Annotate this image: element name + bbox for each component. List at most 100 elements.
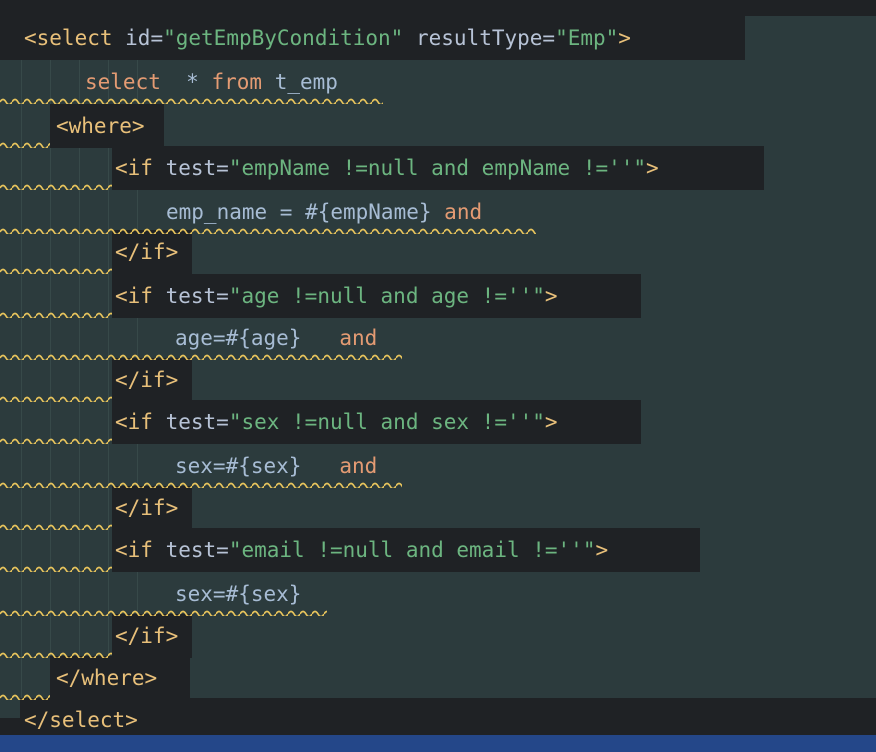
token: "Emp" xyxy=(555,26,619,50)
token: </select> xyxy=(24,708,138,732)
error-squiggle xyxy=(0,227,536,234)
token: test xyxy=(165,284,217,308)
token: > xyxy=(544,410,558,434)
code-line[interactable]: select * from t_emp xyxy=(0,60,876,104)
error-squiggle xyxy=(0,523,112,530)
token: #{sex} xyxy=(225,582,302,606)
token: id xyxy=(125,26,151,50)
line-text[interactable]: </if> xyxy=(115,614,178,658)
error-squiggle xyxy=(0,609,327,616)
token: resultType xyxy=(415,26,543,50)
editor-top-band xyxy=(0,0,745,16)
token: > xyxy=(544,284,558,308)
token: <if xyxy=(115,156,166,180)
token: "sex !=null and sex !=''" xyxy=(228,410,545,434)
token: </where> xyxy=(56,666,158,690)
line-text[interactable]: </if> xyxy=(115,230,178,274)
error-squiggle xyxy=(0,481,402,488)
error-squiggle xyxy=(0,353,402,360)
error-squiggle xyxy=(0,651,112,658)
code-line[interactable]: <where> xyxy=(0,104,876,148)
error-squiggle xyxy=(0,395,112,402)
editor-top-band-right xyxy=(745,0,876,16)
code-line[interactable]: </if> xyxy=(0,230,876,274)
error-squiggle xyxy=(0,97,383,104)
token: * xyxy=(186,70,199,94)
token: <select xyxy=(24,26,126,50)
error-squiggle xyxy=(0,267,112,274)
token: test xyxy=(165,538,217,562)
line-text[interactable]: </if> xyxy=(115,358,178,402)
token: from xyxy=(211,70,263,94)
line-text[interactable]: </if> xyxy=(115,486,178,530)
token: "email !=null and email !=''" xyxy=(228,538,596,562)
error-squiggle xyxy=(0,141,50,148)
code-line[interactable]: <if test="empName !=null and empName !='… xyxy=(0,146,876,190)
code-line[interactable]: age=#{age} and xyxy=(0,316,876,360)
error-squiggle xyxy=(0,565,112,572)
line-text[interactable]: </select> xyxy=(24,698,138,735)
error-squiggle xyxy=(0,183,112,190)
line-text[interactable]: <if test="empName !=null and empName !='… xyxy=(115,146,659,190)
token: #{age} xyxy=(225,326,302,350)
code-editor-viewport[interactable]: <select id="getEmpByCondition" resultTyp… xyxy=(0,0,876,735)
token: </if> xyxy=(115,240,179,264)
token: "empName !=null and empName !=''" xyxy=(228,156,647,180)
token: </if> xyxy=(115,368,179,392)
token: = xyxy=(150,26,164,50)
token: and xyxy=(339,454,378,478)
token: t_emp xyxy=(274,70,338,94)
token: <if xyxy=(115,284,166,308)
token: = xyxy=(216,156,229,180)
error-squiggle xyxy=(0,311,112,318)
token: </if> xyxy=(115,496,179,520)
code-line[interactable]: <if test="age !=null and age !=''"> xyxy=(0,274,876,318)
token: age= xyxy=(175,326,226,350)
token: "getEmpByCondition" xyxy=(163,26,404,50)
code-line[interactable]: emp_name = #{empName} and xyxy=(0,190,876,234)
line-text[interactable]: </where> xyxy=(56,656,157,700)
token: > xyxy=(618,26,631,50)
code-line[interactable]: </where> xyxy=(0,656,876,700)
code-line[interactable]: <if test="email !=null and email !=''"> xyxy=(0,528,876,572)
token: "age !=null and age !=''" xyxy=(228,284,545,308)
token: > xyxy=(595,538,609,562)
token: = xyxy=(216,538,229,562)
token: test xyxy=(165,156,217,180)
token: sex= xyxy=(175,582,226,606)
token: <if xyxy=(115,538,166,562)
token: </if> xyxy=(115,624,179,648)
token: <where> xyxy=(56,114,145,138)
line-text[interactable]: <select id="getEmpByCondition" resultTyp… xyxy=(24,16,631,60)
code-line[interactable]: <select id="getEmpByCondition" resultTyp… xyxy=(0,16,876,60)
code-line[interactable]: <if test="sex !=null and sex !=''"> xyxy=(0,400,876,444)
status-bar[interactable] xyxy=(0,735,876,752)
code-line[interactable]: sex=#{sex} xyxy=(0,572,876,616)
line-text[interactable]: <if test="sex !=null and sex !=''"> xyxy=(115,400,558,444)
code-line[interactable]: </if> xyxy=(0,486,876,530)
line-text[interactable]: <if test="age !=null and age !=''"> xyxy=(115,274,558,318)
token: = xyxy=(216,284,229,308)
code-line[interactable]: sex=#{sex} and xyxy=(0,444,876,488)
token: #{sex} xyxy=(225,454,302,478)
error-squiggle xyxy=(0,437,112,444)
token: and xyxy=(444,200,483,224)
line-text[interactable]: <where> xyxy=(56,104,145,148)
token: <if xyxy=(115,410,166,434)
token: test xyxy=(165,410,217,434)
token: sex= xyxy=(175,454,226,478)
code-line[interactable]: </if> xyxy=(0,614,876,658)
code-line[interactable]: </if> xyxy=(0,358,876,402)
token: #{empName} xyxy=(305,200,432,224)
token: and xyxy=(339,326,378,350)
token: = xyxy=(216,410,229,434)
token: select xyxy=(85,70,187,94)
line-text[interactable]: <if test="email !=null and email !=''"> xyxy=(115,528,608,572)
token: > xyxy=(646,156,659,180)
